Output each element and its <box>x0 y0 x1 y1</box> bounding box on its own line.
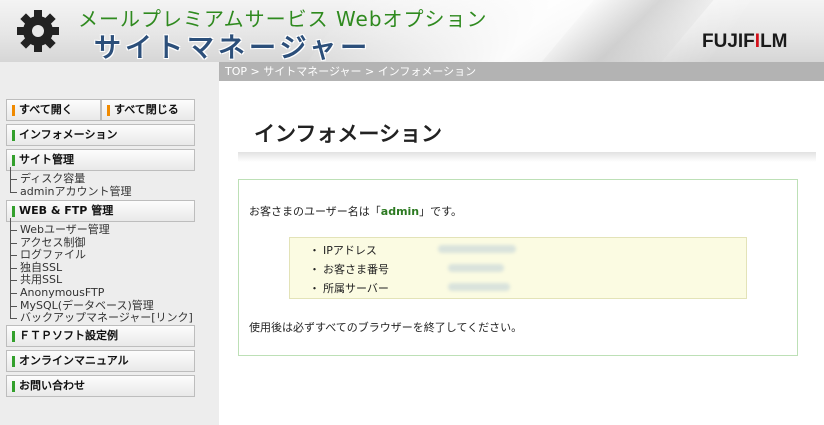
welcome-prefix: お客さまのユーザー名は「 <box>249 205 381 218</box>
sidebar-subitem-anonymous-ftp[interactable]: AnonymousFTP <box>8 281 193 300</box>
breadcrumb-current: インフォメーション <box>377 65 477 78</box>
bullet-icon: ・ <box>309 244 320 257</box>
username: admin <box>380 205 420 218</box>
sidebar-subitem-web-users[interactable]: Webユーザー管理 <box>8 218 193 237</box>
bullet-icon: ・ <box>309 282 320 295</box>
breadcrumb: TOP > サイトマネージャー > インフォメーション <box>219 62 824 81</box>
header-title: サイトマネージャー <box>94 33 372 62</box>
breadcrumb-top[interactable]: TOP <box>225 65 247 78</box>
brand-text: FUJIF <box>702 31 755 52</box>
breadcrumb-site-manager[interactable]: サイトマネージャー <box>263 65 361 78</box>
info-label-server: 所属サーバー <box>323 282 389 295</box>
sidebar-subitem-backup-manager[interactable]: バックアップマネージャー[リンク] <box>8 306 193 325</box>
breadcrumb-separator: > <box>364 65 378 78</box>
info-label-customer-number: お客さま番号 <box>323 263 389 276</box>
sidebar-item-online-manual[interactable]: オンラインマニュアル <box>6 350 195 372</box>
site-admin-submenu: ディスク容量 adminアカウント管理 <box>8 167 131 199</box>
collapse-all-button[interactable]: すべて閉じる <box>101 99 195 121</box>
redacted-value <box>448 283 510 291</box>
sidebar-item-information[interactable]: インフォメーション <box>6 124 195 146</box>
info-row-ip: ・ IPアドレス <box>309 242 377 258</box>
bullet-icon: ・ <box>309 263 320 276</box>
info-row-customer-number: ・お客さま番号 <box>309 261 389 277</box>
gear-icon <box>17 10 59 52</box>
sidebar-subitem-admin-account[interactable]: adminアカウント管理 <box>8 179 131 199</box>
info-row-server: ・所属サーバー <box>309 280 389 296</box>
page-title: インフォメーション <box>254 122 442 146</box>
title-divider <box>238 152 816 162</box>
welcome-suffix: 」です。 <box>419 205 463 218</box>
expand-all-button[interactable]: すべて開く <box>6 99 101 121</box>
sidebar-item-site-admin[interactable]: サイト管理 <box>6 149 195 171</box>
sidebar-item-contact[interactable]: お問い合わせ <box>6 375 195 397</box>
fujifilm-logo: FUJIFILM <box>702 31 788 53</box>
redacted-value <box>438 245 516 253</box>
web-ftp-submenu: Webユーザー管理 アクセス制御 ログファイル 独自SSL 共用SSL Anon… <box>8 218 193 325</box>
brand-text: LM <box>760 31 788 52</box>
sidebar-subitem-log-files[interactable]: ログファイル <box>8 243 193 262</box>
welcome-message: お客さまのユーザー名は「admin」です。 <box>249 203 462 219</box>
sidebar-subitem-disk-usage[interactable]: ディスク容量 <box>8 167 131 186</box>
site-header: メールプレミアムサービス Webオプション サイトマネージャー FUJIFILM <box>0 0 824 62</box>
redacted-value <box>448 264 504 272</box>
breadcrumb-separator: > <box>250 65 264 78</box>
sidebar-item-web-ftp[interactable]: WEB & FTP 管理 <box>6 200 195 222</box>
logout-notice: 使用後は必ずすべてのブラウザーを終了してください。 <box>249 321 523 334</box>
info-label-ip: IPアドレス <box>323 244 377 257</box>
sidebar-item-ftp-software[interactable]: ＦＴＰソフト設定例 <box>6 325 195 347</box>
